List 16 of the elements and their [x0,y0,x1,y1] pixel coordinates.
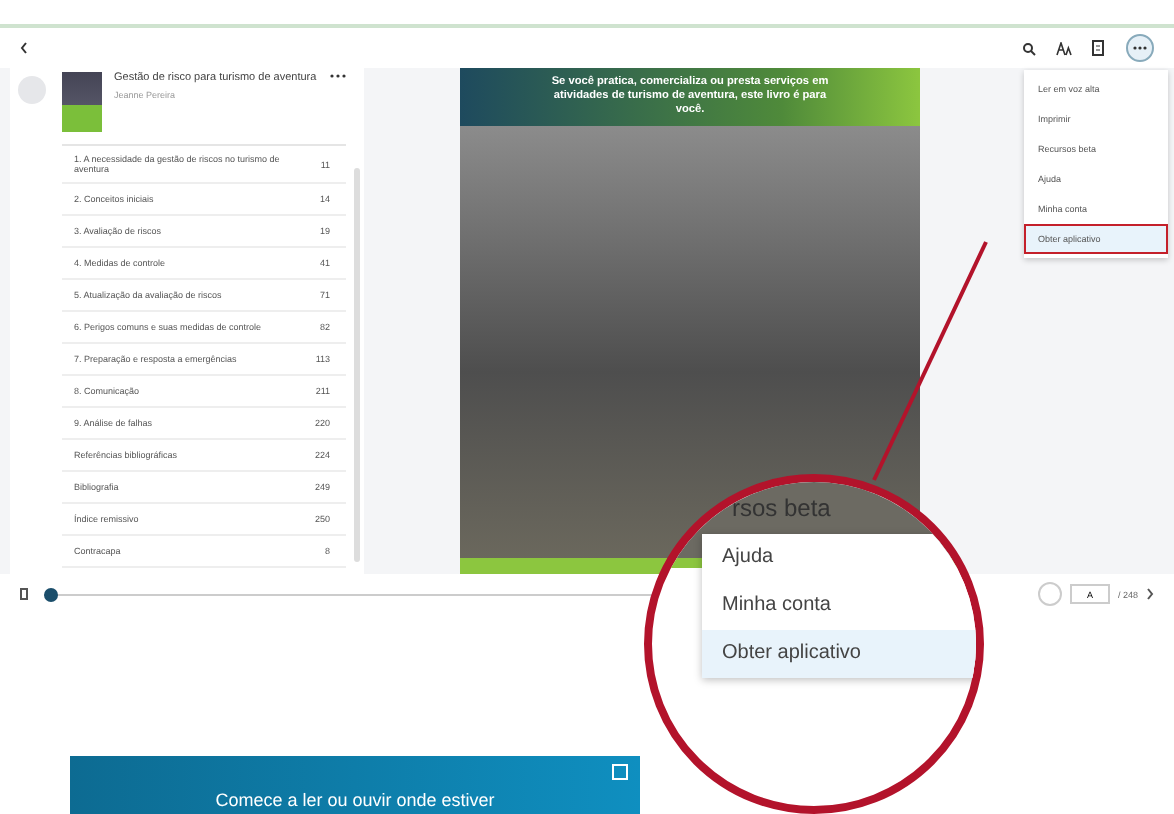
back-icon[interactable] [20,42,28,54]
menu-item[interactable]: Ajuda [702,534,976,582]
more-icon[interactable] [330,72,346,80]
next-page-icon[interactable] [1146,588,1154,600]
scrollbar[interactable] [354,168,360,562]
search-icon[interactable] [1022,41,1036,55]
close-button[interactable] [612,764,628,780]
menu-item[interactable]: Minha conta [702,582,976,630]
book-cover [62,72,102,132]
bookmark-icon[interactable] [20,588,28,600]
progress-slider-thumb[interactable] [44,587,58,601]
text-size-icon[interactable] [1056,41,1072,55]
menu-item-partial: rsos beta [732,494,831,522]
promo-text: Comece a ler ou ouvir onde estiver [215,790,495,814]
menu-item[interactable]: Obter aplicativo [702,630,976,678]
bookmark-list-icon[interactable] [1092,40,1106,56]
